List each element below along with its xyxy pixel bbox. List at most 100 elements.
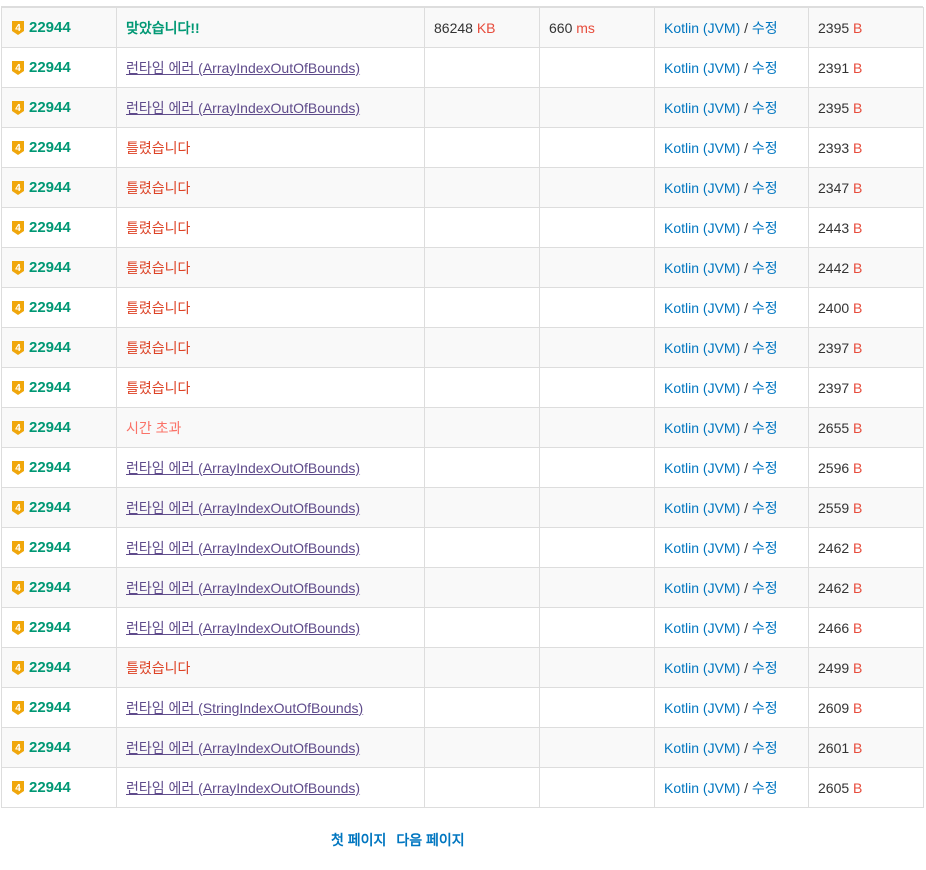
time-cell — [539, 727, 655, 768]
language-link[interactable]: Kotlin (JVM) — [664, 780, 740, 796]
language-link[interactable]: Kotlin (JVM) — [664, 140, 740, 156]
problem-cell: 4 22944 — [1, 87, 117, 128]
language-link[interactable]: Kotlin (JVM) — [664, 60, 740, 76]
code-length-unit: B — [853, 339, 863, 356]
result-text[interactable]: 런타임 에러 (ArrayIndexOutOfBounds) — [126, 100, 360, 116]
tier-badge-number: 4 — [15, 623, 21, 634]
result-text[interactable]: 런타임 에러 (StringIndexOutOfBounds) — [126, 700, 363, 716]
edit-link[interactable]: 수정 — [752, 60, 778, 76]
code-length-unit: B — [853, 259, 863, 276]
edit-link[interactable]: 수정 — [752, 540, 778, 556]
result-text: 틀렸습니다 — [126, 339, 191, 356]
edit-link[interactable]: 수정 — [752, 620, 778, 636]
problem-link[interactable]: 22944 — [29, 299, 71, 316]
problem-link[interactable]: 22944 — [29, 619, 71, 636]
edit-link[interactable]: 수정 — [752, 380, 778, 396]
memory-cell — [424, 127, 540, 168]
language-link[interactable]: Kotlin (JVM) — [664, 620, 740, 636]
edit-link[interactable]: 수정 — [752, 20, 778, 36]
language-link[interactable]: Kotlin (JVM) — [664, 420, 740, 436]
result-text[interactable]: 런타임 에러 (ArrayIndexOutOfBounds) — [126, 540, 360, 556]
language-cell: Kotlin (JVM) / 수정 — [654, 767, 809, 808]
language-link[interactable]: Kotlin (JVM) — [664, 700, 740, 716]
language-link[interactable]: Kotlin (JVM) — [664, 500, 740, 516]
problem-link[interactable]: 22944 — [29, 379, 71, 396]
problem-link[interactable]: 22944 — [29, 19, 71, 36]
language-link[interactable]: Kotlin (JVM) — [664, 380, 740, 396]
edit-link[interactable]: 수정 — [752, 660, 778, 676]
edit-link[interactable]: 수정 — [752, 740, 778, 756]
problem-link[interactable]: 22944 — [29, 99, 71, 116]
edit-link[interactable]: 수정 — [752, 700, 778, 716]
edit-link[interactable]: 수정 — [752, 420, 778, 436]
edit-link[interactable]: 수정 — [752, 100, 778, 116]
tier-badge-number: 4 — [15, 143, 21, 154]
edit-link[interactable]: 수정 — [752, 220, 778, 236]
problem-cell-content: 4 22944 — [11, 539, 107, 556]
language-link[interactable]: Kotlin (JVM) — [664, 460, 740, 476]
edit-link[interactable]: 수정 — [752, 140, 778, 156]
problem-cell-content: 4 22944 — [11, 379, 107, 396]
result-text[interactable]: 런타임 에러 (ArrayIndexOutOfBounds) — [126, 740, 360, 756]
next-page-link[interactable]: 다음 페이지 — [396, 832, 464, 848]
problem-link[interactable]: 22944 — [29, 179, 71, 196]
result-text[interactable]: 런타임 에러 (ArrayIndexOutOfBounds) — [126, 620, 360, 636]
problem-link[interactable]: 22944 — [29, 59, 71, 76]
language-link[interactable]: Kotlin (JVM) — [664, 180, 740, 196]
result-text[interactable]: 런타임 에러 (ArrayIndexOutOfBounds) — [126, 60, 360, 76]
tier-badge-icon: 4 — [12, 740, 24, 755]
language-separator: / — [744, 59, 749, 76]
edit-link[interactable]: 수정 — [752, 300, 778, 316]
edit-link[interactable]: 수정 — [752, 340, 778, 356]
problem-link[interactable]: 22944 — [29, 419, 71, 436]
problem-link[interactable]: 22944 — [29, 339, 71, 356]
first-page-link[interactable]: 첫 페이지 — [331, 832, 386, 848]
status-table-container: 4 22944 맞았습니다!! 86248 KB 660 ms Kotlin (JVM) … — [1, 6, 924, 808]
language-link[interactable]: Kotlin (JVM) — [664, 300, 740, 316]
edit-link[interactable]: 수정 — [752, 180, 778, 196]
language-separator: / — [744, 779, 749, 796]
result-text[interactable]: 런타임 에러 (ArrayIndexOutOfBounds) — [126, 460, 360, 476]
language-cell: Kotlin (JVM) / 수정 — [654, 567, 809, 608]
tier-badge-number: 4 — [15, 23, 21, 34]
code-length-cell: 2605 B — [808, 767, 924, 808]
table-row: 4 22944 틀렸습니다 Kotlin (JVM) / 수정 2400 B — [1, 287, 924, 328]
language-cell: Kotlin (JVM) / 수정 — [654, 487, 809, 528]
language-cell: Kotlin (JVM) / 수정 — [654, 447, 809, 488]
result-text[interactable]: 런타임 에러 (ArrayIndexOutOfBounds) — [126, 580, 360, 596]
problem-link[interactable]: 22944 — [29, 259, 71, 276]
language-link[interactable]: Kotlin (JVM) — [664, 220, 740, 236]
result-text[interactable]: 런타임 에러 (ArrayIndexOutOfBounds) — [126, 780, 360, 796]
problem-link[interactable]: 22944 — [29, 539, 71, 556]
result-cell: 틀렸습니다 — [116, 247, 425, 288]
problem-link[interactable]: 22944 — [29, 499, 71, 516]
problem-link[interactable]: 22944 — [29, 699, 71, 716]
code-length-unit: B — [853, 419, 863, 436]
edit-link[interactable]: 수정 — [752, 500, 778, 516]
edit-link[interactable]: 수정 — [752, 580, 778, 596]
language-link[interactable]: Kotlin (JVM) — [664, 100, 740, 116]
language-link[interactable]: Kotlin (JVM) — [664, 660, 740, 676]
table-row: 4 22944 런타임 에러 (ArrayIndexOutOfBounds) Kotl… — [1, 527, 924, 568]
problem-link[interactable]: 22944 — [29, 139, 71, 156]
language-link[interactable]: Kotlin (JVM) — [664, 540, 740, 556]
result-text[interactable]: 런타임 에러 (ArrayIndexOutOfBounds) — [126, 500, 360, 516]
table-row: 4 22944 틀렸습니다 Kotlin (JVM) / 수정 2443 B — [1, 207, 924, 248]
problem-link[interactable]: 22944 — [29, 659, 71, 676]
problem-link[interactable]: 22944 — [29, 459, 71, 476]
problem-link[interactable]: 22944 — [29, 739, 71, 756]
problem-link[interactable]: 22944 — [29, 579, 71, 596]
time-cell — [539, 527, 655, 568]
language-link[interactable]: Kotlin (JVM) — [664, 340, 740, 356]
edit-link[interactable]: 수정 — [752, 260, 778, 276]
language-link[interactable]: Kotlin (JVM) — [664, 740, 740, 756]
problem-link[interactable]: 22944 — [29, 779, 71, 796]
language-link[interactable]: Kotlin (JVM) — [664, 260, 740, 276]
time-cell — [539, 687, 655, 728]
problem-link[interactable]: 22944 — [29, 219, 71, 236]
edit-link[interactable]: 수정 — [752, 460, 778, 476]
time-cell — [539, 47, 655, 88]
edit-link[interactable]: 수정 — [752, 780, 778, 796]
language-link[interactable]: Kotlin (JVM) — [664, 580, 740, 596]
language-link[interactable]: Kotlin (JVM) — [664, 20, 740, 36]
